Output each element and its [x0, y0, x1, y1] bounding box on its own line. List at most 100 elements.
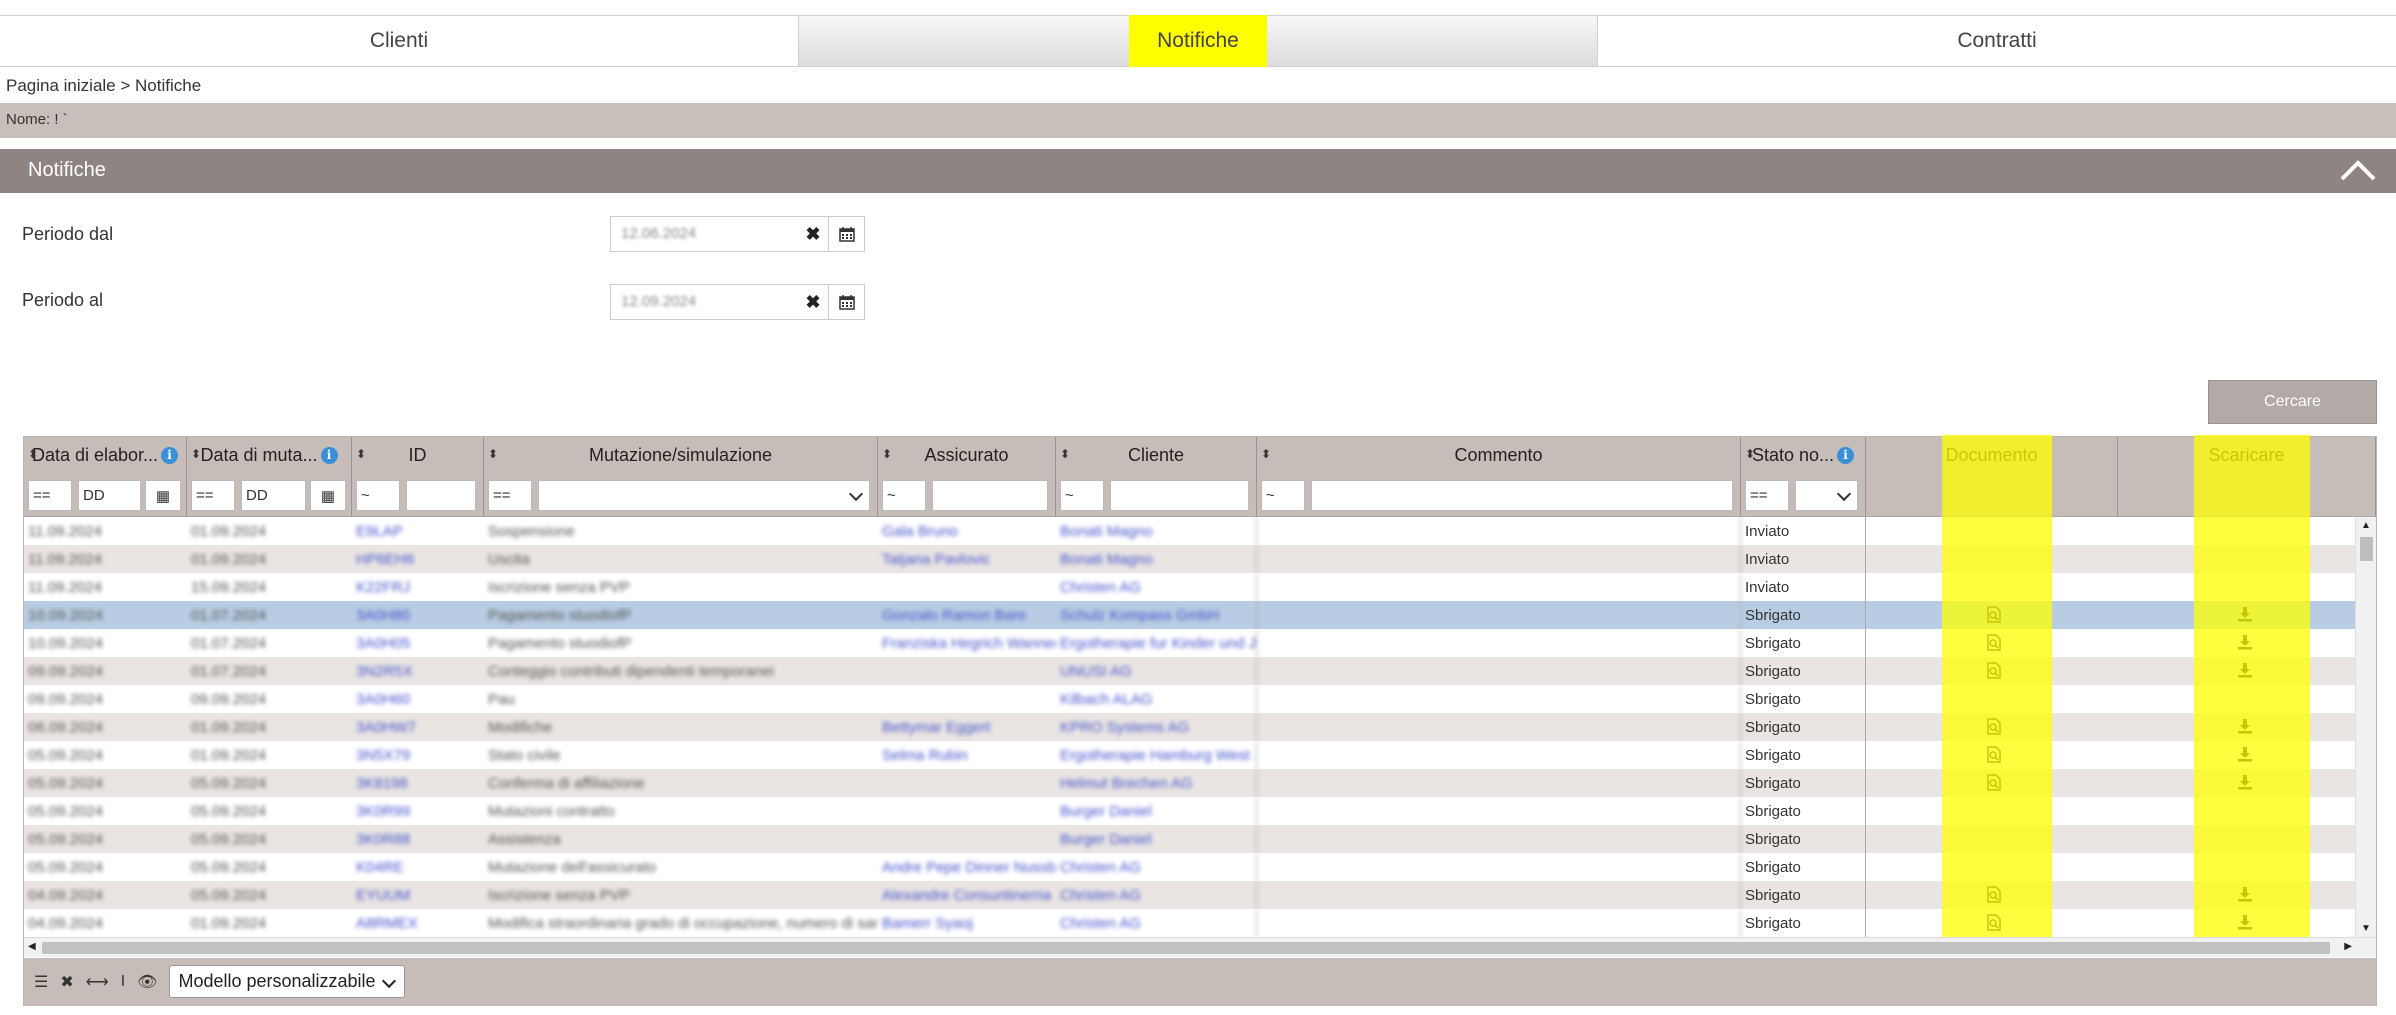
insured-cell[interactable] — [878, 797, 1056, 825]
document-icon[interactable] — [1986, 886, 2002, 907]
column-header[interactable]: ⬍ Data di muta... i — [187, 437, 352, 473]
id-cell[interactable]: 3N2R5X — [352, 657, 484, 685]
sort-icon[interactable]: ⬍ — [356, 447, 366, 461]
client-cell[interactable]: Burger Daniel — [1056, 825, 1257, 853]
download-icon[interactable] — [2237, 606, 2253, 626]
filter-operator[interactable]: ~ — [882, 480, 926, 511]
sort-icon[interactable]: ⬍ — [191, 447, 201, 461]
section-header[interactable]: Notifiche — [0, 149, 2396, 193]
table-row[interactable]: 05.09.2024 05.09.2024 3K0R88 Assistenza Burg… — [24, 825, 2355, 853]
horizontal-scrollbar[interactable]: ◀ ▶ — [24, 937, 2376, 957]
table-row[interactable]: 09.09.2024 01.07.2024 3N2R5X Conteggio cont… — [24, 657, 2355, 685]
insured-cell[interactable]: Alexandre Consuntinerria — [878, 881, 1056, 909]
info-icon[interactable]: i — [161, 446, 179, 464]
id-cell[interactable]: 3K0R88 — [352, 825, 484, 853]
column-header[interactable]: ⬍ Mutazione/simulazione — [484, 437, 878, 473]
filter-operator[interactable]: == — [28, 480, 72, 511]
info-icon[interactable]: i — [1837, 446, 1855, 464]
download-icon[interactable] — [2237, 774, 2253, 794]
filter-select[interactable] — [538, 480, 870, 511]
download-icon[interactable] — [2237, 914, 2253, 934]
id-cell[interactable]: 3K8198 — [352, 769, 484, 797]
period-to-field[interactable]: 12.09.2024 ✖ — [610, 284, 865, 320]
client-cell[interactable]: Ergotherapie fur Kinder und Jugend — [1056, 629, 1257, 657]
filter-input[interactable] — [1311, 480, 1733, 511]
id-cell[interactable]: 3A0H05 — [352, 629, 484, 657]
id-cell[interactable]: 3K0R99 — [352, 797, 484, 825]
chevron-up-icon[interactable] — [2338, 157, 2378, 185]
insured-cell[interactable] — [878, 825, 1056, 853]
list-icon[interactable]: ☰ — [34, 972, 48, 992]
client-cell[interactable]: Schulz Kompass GmbH — [1056, 601, 1257, 629]
insured-cell[interactable] — [878, 685, 1056, 713]
calendar-icon[interactable]: ▦ — [310, 480, 346, 511]
table-row[interactable]: 10.09.2024 01.07.2024 3A0H80 Pagamento stuo… — [24, 601, 2355, 629]
column-header[interactable]: ⬍ ID — [352, 437, 484, 473]
table-row[interactable]: 06.09.2024 01.09.2024 3A0HW7 Modifiche Betty… — [24, 713, 2355, 741]
id-cell[interactable]: 3A0H60 — [352, 685, 484, 713]
sort-icon[interactable]: ⬍ — [1745, 447, 1755, 461]
table-row[interactable]: 11.09.2024 15.09.2024 K22FRJ Iscrizione sen… — [24, 573, 2355, 601]
filter-operator[interactable]: ~ — [1060, 480, 1104, 511]
document-icon[interactable] — [1986, 774, 2002, 795]
id-cell[interactable]: HP6EH6 — [352, 545, 484, 573]
scroll-up-icon[interactable]: ▲ — [2361, 520, 2371, 531]
clear-icon[interactable]: ✖ — [798, 285, 828, 319]
download-icon[interactable] — [2237, 746, 2253, 766]
insured-cell[interactable]: Tatjana Pavlovic — [878, 545, 1056, 573]
document-icon[interactable] — [1986, 718, 2002, 739]
filter-operator[interactable]: == — [1745, 480, 1789, 511]
client-cell[interactable]: KPRO Systems AG — [1056, 713, 1257, 741]
column-header[interactable]: Scaricare — [2118, 437, 2376, 473]
table-row[interactable]: 05.09.2024 05.09.2024 K04RE Mutazione dell'… — [24, 853, 2355, 881]
table-row[interactable]: 11.09.2024 01.09.2024 HP6EH6 Uscita Tatjana … — [24, 545, 2355, 573]
document-icon[interactable] — [1986, 662, 2002, 683]
insured-cell[interactable]: Gonzalo Ramon Bare — [878, 601, 1056, 629]
tab-contratti[interactable]: Contratti — [1598, 16, 2396, 66]
download-icon[interactable] — [2237, 718, 2253, 738]
id-cell[interactable]: K04RE — [352, 853, 484, 881]
table-row[interactable]: 09.09.2024 09.09.2024 3A0H60 Pau Kilbach ALA… — [24, 685, 2355, 713]
table-row[interactable]: 04.09.2024 05.09.2024 EYUUM Iscrizione senz… — [24, 881, 2355, 909]
insured-cell[interactable]: Franziska Hegrich Wanner — [878, 629, 1056, 657]
vertical-scroll-thumb[interactable] — [2360, 537, 2373, 561]
client-cell[interactable]: Ergotherapie Hamburg West — [1056, 741, 1257, 769]
info-icon[interactable]: i — [320, 446, 338, 464]
template-select[interactable]: Modello personalizzabile — [169, 965, 405, 998]
client-cell[interactable]: UNUSI AG — [1056, 657, 1257, 685]
table-row[interactable]: 11.09.2024 01.09.2024 E9LAP Sospensione Gala… — [24, 517, 2355, 545]
vertical-scrollbar[interactable]: ▲ ▼ — [2355, 517, 2376, 937]
calendar-icon[interactable] — [828, 217, 864, 251]
insured-cell[interactable]: Bettymar Eggert — [878, 713, 1056, 741]
insured-cell[interactable]: Gala Bruno — [878, 517, 1056, 545]
sort-icon[interactable]: ⬍ — [1261, 447, 1271, 461]
column-header[interactable]: ⬍ Cliente — [1056, 437, 1257, 473]
scroll-right-icon[interactable]: ▶ — [2344, 941, 2352, 952]
clear-icon[interactable]: ✖ — [798, 217, 828, 251]
insured-cell[interactable] — [878, 769, 1056, 797]
calendar-icon[interactable]: ▦ — [145, 480, 181, 511]
insured-cell[interactable]: Andre Pepe Dinner Nussbaum — [878, 853, 1056, 881]
filter-date-input[interactable]: DD — [78, 480, 141, 511]
column-header[interactable]: ⬍ Assicurato — [878, 437, 1056, 473]
sort-icon[interactable]: ⬍ — [882, 447, 892, 461]
id-cell[interactable]: K22FRJ — [352, 573, 484, 601]
filter-select[interactable] — [1795, 480, 1858, 511]
sort-icon[interactable]: ⬍ — [1060, 447, 1070, 461]
sort-icon[interactable]: ⬍ — [28, 447, 38, 461]
table-row[interactable]: 04.09.2024 01.09.2024 A8RMEX Modifica strao… — [24, 909, 2355, 937]
document-icon[interactable] — [1986, 606, 2002, 627]
download-icon[interactable] — [2237, 886, 2253, 906]
scroll-left-icon[interactable]: ◀ — [28, 941, 36, 952]
period-from-value[interactable]: 12.06.2024 — [611, 217, 798, 251]
client-cell[interactable]: Burger Daniel — [1056, 797, 1257, 825]
tab-notifiche[interactable]: Notifiche — [799, 15, 1598, 67]
text-cursor-icon[interactable]: I — [121, 973, 125, 991]
filter-operator[interactable]: == — [191, 480, 235, 511]
document-icon[interactable] — [1986, 634, 2002, 655]
table-row[interactable]: 10.09.2024 01.07.2024 3A0H05 Pagamento stuo… — [24, 629, 2355, 657]
table-row[interactable]: 05.09.2024 01.09.2024 3N5X79 Stato civile Se… — [24, 741, 2355, 769]
id-cell[interactable]: A8RMEX — [352, 909, 484, 937]
resize-columns-icon[interactable]: ⟷ — [86, 972, 109, 992]
table-row[interactable]: 05.09.2024 05.09.2024 3K0R99 Mutazioni cont… — [24, 797, 2355, 825]
